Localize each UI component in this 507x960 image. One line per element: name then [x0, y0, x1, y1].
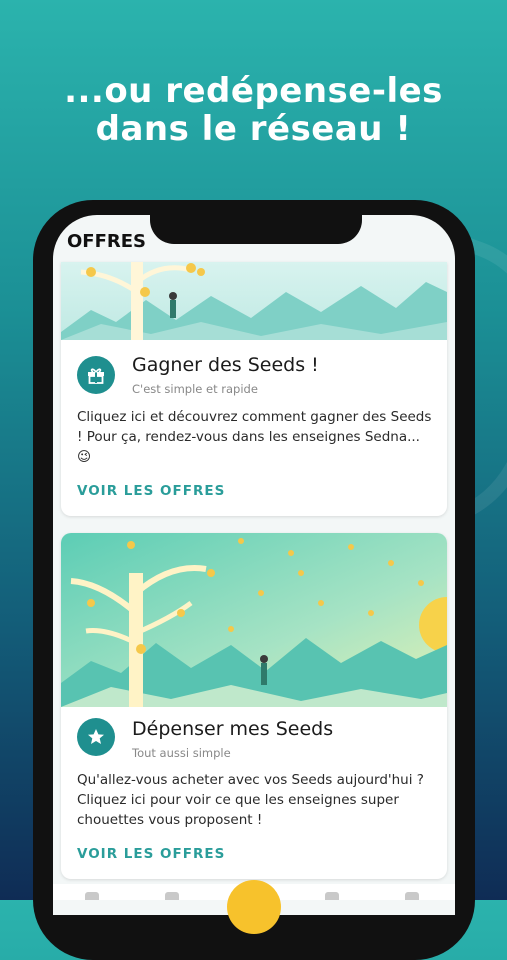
card-subtitle: C'est simple et rapide [132, 382, 258, 396]
home-tab-icon[interactable] [85, 892, 99, 900]
main-action-button[interactable] [227, 880, 281, 934]
map-tab-icon[interactable] [325, 892, 339, 900]
view-offers-link[interactable]: VOIR LES OFFRES [77, 483, 225, 499]
gift-icon [77, 356, 115, 394]
headline-line-1: ...ou redépense-les [64, 71, 443, 111]
promo-headline: ...ou redépense-les dans le réseau ! [0, 72, 507, 148]
star-icon [77, 718, 115, 756]
offer-card-earn[interactable]: Gagner des Seeds ! C'est simple et rapid… [61, 262, 447, 516]
card-subtitle: Tout aussi simple [132, 746, 231, 760]
headline-line-2: dans le réseau ! [95, 109, 412, 149]
profile-tab-icon[interactable] [405, 892, 419, 900]
banner-illustration-spend [61, 533, 447, 707]
card-title: Dépenser mes Seeds [132, 718, 334, 740]
page-title: OFFRES [67, 231, 147, 252]
offers-tab-icon[interactable] [165, 892, 179, 900]
view-offers-link[interactable]: VOIR LES OFFRES [77, 846, 225, 862]
card-title: Gagner des Seeds ! [132, 354, 319, 376]
phone-notch [150, 200, 362, 244]
card-description: Qu'allez-vous acheter avec vos Seeds auj… [77, 772, 424, 828]
offer-card-spend[interactable]: Dépenser mes Seeds Tout aussi simple Qu'… [61, 533, 447, 879]
card-description: Cliquez ici et découvrez comment gagner … [77, 409, 432, 465]
banner-illustration-earn [61, 262, 447, 340]
